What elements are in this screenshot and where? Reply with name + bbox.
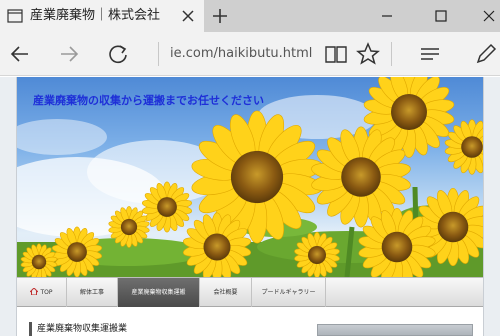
minimize-icon[interactable] xyxy=(364,0,410,32)
hub-menu-icon[interactable] xyxy=(414,38,446,70)
main-content: 産業廃棄物収集運搬業 xyxy=(17,308,483,336)
page-viewport: 産業廃棄物の収集から運搬までお任せください TOP 解体工事 産業廃棄物収集運搬… xyxy=(0,77,500,336)
nav-item-poodle-gallery[interactable]: プードルギャラリー xyxy=(252,278,326,307)
nav-item-top[interactable]: TOP xyxy=(17,278,67,307)
address-bar[interactable]: ie.com/haikibutu.html xyxy=(170,43,320,65)
nav-item-label: TOP xyxy=(40,289,53,296)
browser-tab[interactable]: 産業廃棄物｜株式会社 xyxy=(0,0,204,32)
forward-arrow-icon[interactable] xyxy=(53,38,85,70)
web-page: 産業廃棄物の収集から運搬までお任せください TOP 解体工事 産業廃棄物収集運搬… xyxy=(16,77,484,336)
tab-strip: 産業廃棄物｜株式会社 xyxy=(0,0,500,32)
favorite-star-icon[interactable] xyxy=(352,38,384,70)
nav-item-company-profile[interactable]: 会社概要 xyxy=(200,278,252,307)
home-icon xyxy=(30,288,39,295)
nav-item-label: 解体工事 xyxy=(79,289,104,296)
refresh-icon[interactable] xyxy=(102,38,134,70)
nav-item-demolition[interactable]: 解体工事 xyxy=(67,278,118,307)
nav-item-label: プードルギャラリー xyxy=(261,289,316,296)
web-note-icon[interactable] xyxy=(470,38,500,70)
toolbar-divider xyxy=(391,42,392,66)
nav-item-label: 産業廃棄物収集運搬 xyxy=(131,289,186,296)
page-icon xyxy=(7,9,23,23)
browser-toolbar: ie.com/haikibutu.html xyxy=(0,32,500,76)
new-tab-icon[interactable] xyxy=(210,6,230,26)
close-window-icon[interactable] xyxy=(466,0,500,32)
site-navigation: TOP 解体工事 産業廃棄物収集運搬 会社概要 プードルギャラリー xyxy=(17,277,483,307)
side-photo xyxy=(317,324,473,336)
toolbar-divider xyxy=(158,42,159,66)
nav-item-label: 会社概要 xyxy=(213,289,238,296)
hero-tagline: 産業廃棄物の収集から運搬までお任せください xyxy=(33,94,264,107)
hero-banner: 産業廃棄物の収集から運搬までお任せください xyxy=(17,77,483,277)
section-heading: 産業廃棄物収集運搬業 xyxy=(29,322,127,336)
close-tab-icon[interactable] xyxy=(180,8,196,24)
nav-item-industrial-waste[interactable]: 産業廃棄物収集運搬 xyxy=(118,278,200,307)
back-arrow-icon[interactable] xyxy=(4,38,36,70)
maximize-icon[interactable] xyxy=(418,0,464,32)
sunflower xyxy=(444,119,483,175)
tab-title: 産業廃棄物｜株式会社 xyxy=(30,8,161,23)
reading-view-icon[interactable] xyxy=(320,38,352,70)
